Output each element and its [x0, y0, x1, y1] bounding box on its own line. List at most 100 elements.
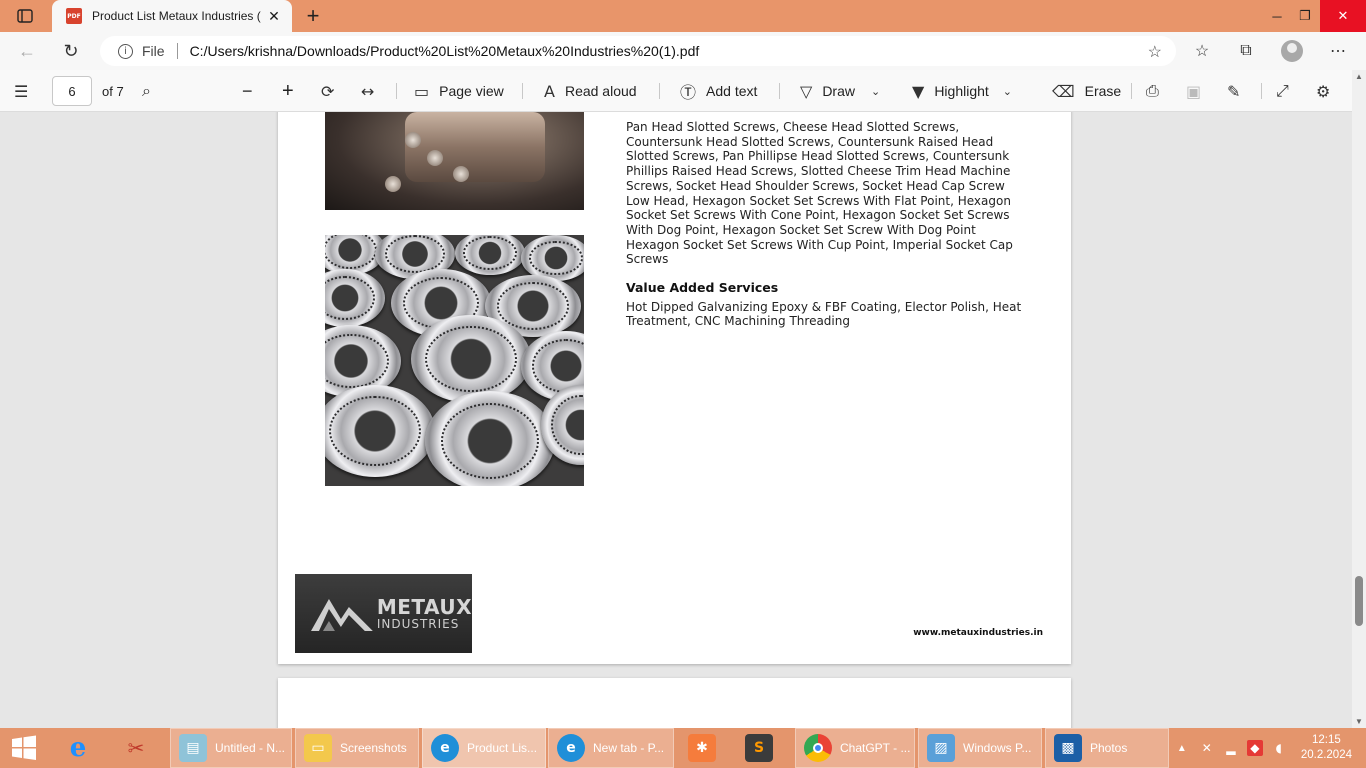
product-text-column: Pan Head Slotted Screws, Cheese Head Slo…: [626, 120, 1026, 329]
bolt-shape: [405, 132, 421, 148]
back-icon[interactable]: ←: [12, 36, 42, 66]
draw-button[interactable]: ▽ Draw ⌄: [800, 70, 890, 112]
edge-icon: e: [557, 734, 585, 762]
read-aloud-label: Read aloud: [564, 83, 637, 99]
taskbar-edge-product-list[interactable]: e Product Lis...: [422, 728, 546, 768]
add-text-label: Add text: [706, 83, 758, 99]
contents-icon[interactable]: ☰: [14, 70, 28, 112]
print-icon[interactable]: ⎙: [1146, 70, 1159, 112]
taskbar-windows-photo-viewer[interactable]: ▨ Windows P...: [918, 728, 1042, 768]
taskbar-notepad[interactable]: ▤ Untitled - N...: [170, 728, 292, 768]
read-aloud-button[interactable]: A Read aloud: [544, 70, 637, 112]
url-text[interactable]: C:/Users/krishna/Downloads/Product%20Lis…: [190, 43, 700, 59]
scrollbar-thumb[interactable]: [1355, 576, 1363, 626]
add-text-icon: Ⓣ: [680, 83, 697, 102]
vertical-scrollbar[interactable]: ▲ ▼: [1352, 70, 1366, 728]
add-favorite-icon[interactable]: ☆: [1148, 42, 1162, 62]
page-count: of 7: [102, 83, 124, 99]
page-view-icon: ▭: [414, 81, 430, 101]
value-added-services-heading: Value Added Services: [626, 280, 779, 296]
toolbar-divider: [522, 83, 523, 99]
bolt-shape: [427, 150, 443, 166]
app-tray-icon[interactable]: ◆: [1246, 740, 1263, 756]
clock-time: 12:15: [1312, 734, 1341, 746]
page-view-button[interactable]: ▭ Page view: [414, 70, 504, 112]
signal-icon[interactable]: ▂: [1223, 740, 1239, 756]
zoom-out-icon[interactable]: −: [242, 70, 253, 112]
snipping-tool-icon[interactable]: ✂: [122, 728, 150, 768]
flange-shape: [325, 385, 435, 477]
internet-explorer-icon[interactable]: e: [64, 728, 92, 768]
title-bar: PDF Product List Metaux Industries ( ✕ +…: [0, 0, 1366, 32]
address-bar[interactable]: i File C:/Users/krishna/Downloads/Produc…: [100, 36, 1176, 66]
rotate-icon[interactable]: ⟳: [321, 70, 334, 112]
steel-flanges-photo: [325, 235, 584, 486]
clock[interactable]: 12:15 20.2.2024: [1301, 733, 1352, 763]
erase-button[interactable]: ⌫ Erase: [1052, 70, 1121, 112]
next-pdf-page: [278, 678, 1071, 728]
xampp-icon[interactable]: ✱: [688, 728, 716, 768]
read-aloud-icon: A: [544, 81, 555, 101]
highlight-button[interactable]: ▼ Highlight ⌄: [912, 70, 1022, 112]
chevron-down-icon[interactable]: ⌄: [871, 85, 880, 98]
minimize-icon[interactable]: ─: [1262, 0, 1292, 32]
scroll-down-icon[interactable]: ▼: [1355, 717, 1363, 726]
draw-icon: ▽: [800, 81, 813, 101]
settings-gear-icon[interactable]: ⚙: [1316, 70, 1330, 112]
draw-label: Draw: [822, 83, 855, 99]
favorites-icon[interactable]: ☆: [1191, 40, 1213, 62]
close-tab-icon[interactable]: ✕: [264, 6, 284, 26]
search-icon[interactable]: ⌕: [142, 70, 151, 112]
network-error-icon[interactable]: ✕: [1199, 740, 1215, 756]
info-icon[interactable]: i: [118, 43, 133, 59]
folder-icon: ▭: [304, 734, 332, 762]
new-tab-button[interactable]: +: [300, 3, 326, 28]
clock-date: 20.2.2024: [1300, 749, 1352, 761]
save-as-icon[interactable]: ✎: [1227, 70, 1240, 112]
save-icon[interactable]: ▣: [1186, 70, 1201, 112]
pdf-favicon-icon: PDF: [66, 8, 82, 24]
taskbar-edge-new-tab[interactable]: e New tab - P...: [548, 728, 674, 768]
restore-icon[interactable]: ❐: [1290, 0, 1320, 32]
photo-viewer-icon: ▨: [927, 734, 955, 762]
pdf-toolbar: ☰ 6 of 7 ⌕ − + ⟳ ↔ ▭ Page view A Read al…: [0, 70, 1366, 112]
flange-shape: [425, 391, 555, 486]
close-window-icon[interactable]: ✕: [1320, 0, 1366, 32]
flange-shape: [325, 269, 385, 327]
sublime-icon[interactable]: S: [745, 728, 773, 768]
taskbar-label: Product Lis...: [467, 741, 538, 755]
scroll-up-icon[interactable]: ▲: [1355, 72, 1363, 81]
address-bar-row: ← ↻ i File C:/Users/krishna/Downloads/Pr…: [0, 32, 1366, 70]
taskbar-screenshots[interactable]: ▭ Screenshots: [295, 728, 419, 768]
pdf-page: Pan Head Slotted Screws, Cheese Head Slo…: [278, 112, 1071, 664]
windows-start-icon[interactable]: [10, 728, 38, 768]
value-added-services-text: Hot Dipped Galvanizing Epoxy & FBF Coati…: [626, 299, 1022, 329]
logo-name: METAUX: [376, 594, 472, 619]
avatar[interactable]: [1281, 40, 1303, 62]
taskbar-photos[interactable]: ▩ Photos: [1045, 728, 1169, 768]
page-number-input[interactable]: 6: [52, 76, 92, 106]
toolbar-divider: [1261, 83, 1262, 99]
highlight-icon: ▼: [912, 81, 925, 101]
toolbar-divider: [396, 83, 397, 99]
bolt-shape: [453, 166, 469, 182]
volume-icon[interactable]: ◖: [1271, 740, 1287, 756]
taskbar-chrome[interactable]: ChatGPT - ...: [795, 728, 915, 768]
active-tab[interactable]: PDF Product List Metaux Industries ( ✕: [52, 0, 292, 32]
chevron-down-icon[interactable]: ⌄: [1003, 85, 1012, 98]
taskbar-label: Windows P...: [963, 741, 1032, 755]
more-icon[interactable]: ⋯: [1327, 40, 1349, 62]
add-text-button[interactable]: Ⓣ Add text: [680, 70, 757, 112]
show-hidden-icons-icon[interactable]: ▲: [1177, 743, 1187, 754]
toolbar-divider: [659, 83, 660, 99]
profile-icon[interactable]: [1281, 40, 1303, 62]
fit-page-icon[interactable]: ↔: [361, 70, 374, 112]
taskbar-label: Photos: [1090, 741, 1128, 755]
taskbar-label: ChatGPT - ...: [840, 741, 911, 755]
pdf-viewer[interactable]: Pan Head Slotted Screws, Cheese Head Slo…: [0, 112, 1352, 728]
tab-actions-icon[interactable]: [8, 4, 42, 28]
zoom-in-icon[interactable]: +: [282, 70, 294, 112]
fullscreen-icon[interactable]: ⤢: [1276, 70, 1289, 112]
refresh-icon[interactable]: ↻: [56, 36, 86, 66]
collections-icon[interactable]: ⧉: [1235, 40, 1257, 62]
